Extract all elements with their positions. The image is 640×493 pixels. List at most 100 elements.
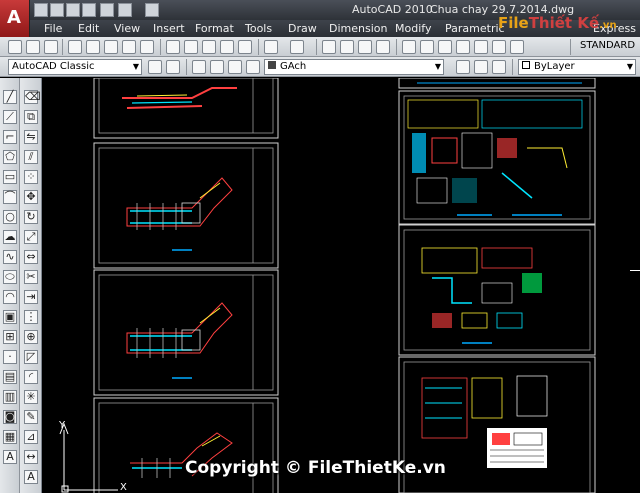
plot-icon[interactable] — [82, 3, 96, 17]
plot-preview-icon[interactable] — [86, 40, 100, 54]
mirror-icon[interactable]: ⇋ — [24, 130, 38, 144]
new-file-icon[interactable] — [34, 3, 48, 17]
layer-color-swatch — [268, 61, 276, 69]
cut-icon[interactable] — [166, 40, 180, 54]
layer-previous-icon[interactable] — [474, 60, 488, 74]
menu-modify[interactable]: Modify — [395, 22, 431, 35]
array-icon[interactable]: ⁘ — [24, 170, 38, 184]
arc-icon[interactable]: ⌒ — [3, 190, 17, 204]
sheet-set-icon[interactable] — [456, 40, 470, 54]
break-icon[interactable]: ⋮ — [24, 310, 38, 324]
gradient-icon[interactable]: ▥ — [3, 390, 17, 404]
color-dropdown[interactable]: ByLayer ▼ — [518, 59, 636, 75]
polygon-icon[interactable]: ⬠ — [3, 150, 17, 164]
zoom-realtime-icon[interactable] — [340, 40, 354, 54]
table-icon[interactable]: ▦ — [3, 430, 17, 444]
ucs-x-label: X — [120, 482, 127, 493]
menu-draw[interactable]: Draw — [288, 22, 317, 35]
tool-palettes-icon[interactable] — [438, 40, 452, 54]
menu-tools[interactable]: Tools — [245, 22, 272, 35]
offset-icon[interactable]: ⫽ — [24, 150, 38, 164]
paste-icon[interactable] — [202, 40, 216, 54]
publish-icon[interactable] — [104, 40, 118, 54]
open-icon[interactable] — [26, 40, 40, 54]
design-center-icon[interactable] — [420, 40, 434, 54]
spline-icon[interactable]: ∿ — [3, 250, 17, 264]
redo-icon[interactable] — [290, 40, 304, 54]
point-icon[interactable]: · — [3, 350, 17, 364]
redo-icon[interactable] — [118, 3, 132, 17]
fillet-icon[interactable]: ◜ — [24, 370, 38, 384]
undo-icon[interactable] — [100, 3, 114, 17]
circle-icon[interactable]: ○ — [3, 210, 17, 224]
make-block-icon[interactable]: ⊞ — [3, 330, 17, 344]
erase-icon[interactable]: ⌫ — [24, 90, 41, 104]
extend-icon[interactable]: ⇥ — [24, 290, 38, 304]
workspace-settings-icon[interactable] — [148, 60, 162, 74]
dimension-icon[interactable]: ↔ — [24, 450, 38, 464]
copy-object-icon[interactable]: ⧉ — [24, 110, 38, 124]
text-edit-icon[interactable]: A — [24, 470, 38, 484]
multiline-text-icon[interactable]: A — [3, 450, 17, 464]
chamfer-icon[interactable]: ◸ — [24, 350, 38, 364]
markup-icon[interactable] — [474, 40, 488, 54]
save-icon[interactable] — [44, 40, 58, 54]
match-properties-icon[interactable] — [220, 40, 234, 54]
properties-icon[interactable] — [402, 40, 416, 54]
join-icon[interactable]: ⊕ — [24, 330, 38, 344]
rectangle-icon[interactable]: ▭ — [3, 170, 17, 184]
menu-view[interactable]: View — [114, 22, 140, 35]
stretch-icon[interactable]: ⇔ — [24, 250, 38, 264]
menu-insert[interactable]: Insert — [153, 22, 185, 35]
text-style-control[interactable]: STANDARD — [580, 40, 635, 51]
workspace-dropdown[interactable]: AutoCAD Classic ▼ — [8, 59, 142, 75]
sheet-2 — [93, 142, 279, 269]
explode-icon[interactable]: ✳ — [24, 390, 38, 404]
zoom-previous-icon[interactable] — [376, 40, 390, 54]
application-menu-button[interactable]: A — [0, 0, 30, 40]
quickcalc-icon[interactable] — [492, 40, 506, 54]
copy-icon[interactable] — [184, 40, 198, 54]
workspace-save-icon[interactable] — [166, 60, 180, 74]
line-icon[interactable]: ╱ — [3, 90, 17, 104]
move-icon[interactable]: ✥ — [24, 190, 38, 204]
ellipse-arc-icon[interactable]: ◠ — [3, 290, 17, 304]
rotate-icon[interactable]: ↻ — [24, 210, 38, 224]
layer-on-icon[interactable] — [210, 60, 224, 74]
etransmit-icon[interactable] — [140, 40, 154, 54]
menu-format[interactable]: Format — [195, 22, 234, 35]
ellipse-icon[interactable]: ⬭ — [3, 270, 17, 284]
trim-icon[interactable]: ✂ — [24, 270, 38, 284]
block-editor-icon[interactable] — [238, 40, 252, 54]
qnew-icon[interactable] — [8, 40, 22, 54]
region-icon[interactable]: ◙ — [3, 410, 17, 424]
construction-line-icon[interactable]: ⟋ — [3, 110, 17, 124]
open-file-icon[interactable] — [50, 3, 64, 17]
menu-file[interactable]: File — [44, 22, 62, 35]
revision-cloud-icon[interactable]: ☁ — [3, 230, 17, 244]
save-icon[interactable] — [66, 3, 80, 17]
layer-states-icon[interactable] — [492, 60, 506, 74]
polyline-icon[interactable]: ⌐ — [3, 130, 17, 144]
layer-dropdown[interactable]: GAch ▼ — [264, 59, 444, 75]
layer-lock-icon[interactable] — [246, 60, 260, 74]
print-icon[interactable] — [145, 3, 159, 17]
help-icon[interactable] — [510, 40, 524, 54]
edit-pencil-icon[interactable]: ✎ — [24, 410, 38, 424]
measure-icon[interactable]: ⊿ — [24, 430, 38, 444]
menu-parametric[interactable]: Parametric — [445, 22, 505, 35]
scale-icon[interactable]: ⤢ — [24, 230, 38, 244]
layer-freeze-icon[interactable] — [228, 60, 242, 74]
layer-properties-icon[interactable] — [192, 60, 206, 74]
pan-icon[interactable] — [322, 40, 336, 54]
insert-block-icon[interactable]: ▣ — [3, 310, 17, 324]
hatch-icon[interactable]: ▤ — [3, 370, 17, 384]
make-current-layer-icon[interactable] — [456, 60, 470, 74]
plot-icon[interactable] — [68, 40, 82, 54]
menu-edit[interactable]: Edit — [78, 22, 99, 35]
zoom-window-icon[interactable] — [358, 40, 372, 54]
drawing-canvas[interactable]: Y X — [42, 78, 640, 493]
menu-dimension[interactable]: Dimension — [329, 22, 387, 35]
3d-dwf-icon[interactable] — [122, 40, 136, 54]
undo-icon[interactable] — [264, 40, 278, 54]
